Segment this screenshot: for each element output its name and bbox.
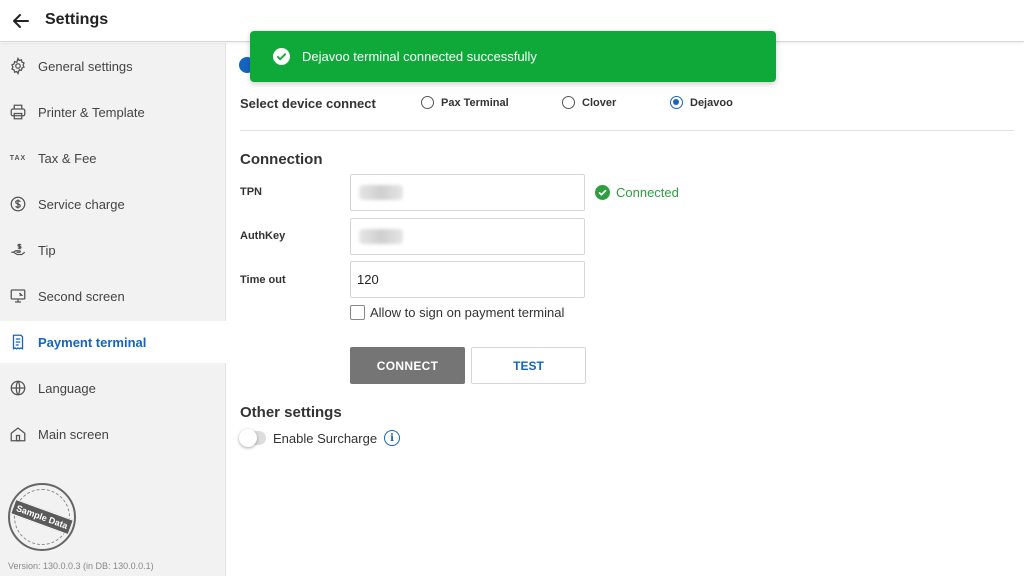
sidebar-item-label: Printer & Template — [38, 104, 145, 120]
checkbox-label: Allow to sign on payment terminal — [370, 305, 565, 320]
authkey-input[interactable] — [350, 218, 585, 255]
receipt-icon — [8, 332, 28, 352]
check-circle-icon — [273, 48, 290, 65]
radio-pax-terminal[interactable]: Pax Terminal — [421, 96, 509, 109]
connect-button[interactable]: CONNECT — [350, 347, 465, 384]
divider — [240, 130, 1014, 131]
connection-status: Connected — [595, 185, 679, 200]
surcharge-label: Enable Surcharge — [273, 430, 378, 446]
radio-label: Clover — [582, 96, 617, 109]
radio-label: Dejavoo — [690, 96, 733, 109]
sidebar-item-general-settings[interactable]: General settings — [0, 45, 226, 87]
timeout-label: Time out — [240, 274, 286, 286]
printer-icon — [8, 102, 28, 122]
authkey-label: AuthKey — [240, 230, 286, 242]
hand-coin-icon — [8, 240, 28, 260]
sidebar-item-second-screen[interactable]: Second screen — [0, 275, 226, 317]
radio-dejavoo[interactable]: Dejavoo — [670, 96, 733, 109]
status-text: Connected — [616, 185, 679, 200]
sidebar-item-label: Payment terminal — [38, 334, 147, 350]
monitor-icon — [8, 286, 28, 306]
sidebar-item-tip[interactable]: Tip — [0, 229, 226, 271]
tpn-input[interactable] — [350, 174, 585, 211]
sidebar: General settings Printer & Template TAX … — [0, 43, 226, 576]
toast-message: Dejavoo terminal connected successfully — [302, 49, 537, 64]
sample-data-stamp: Sample Data — [8, 483, 76, 551]
sidebar-item-label: Second screen — [38, 288, 125, 304]
info-icon[interactable]: i — [384, 430, 401, 446]
sidebar-item-printer-template[interactable]: Printer & Template — [0, 91, 226, 133]
globe-icon — [8, 378, 28, 398]
sidebar-item-payment-terminal[interactable]: Payment terminal — [0, 321, 226, 363]
sidebar-item-label: Tip — [38, 242, 56, 258]
radio-circle[interactable] — [670, 96, 683, 109]
other-settings-title: Other settings — [240, 404, 342, 421]
sidebar-item-label: Tax & Fee — [38, 150, 97, 166]
check-circle-icon — [595, 185, 610, 200]
radio-clover[interactable]: Clover — [562, 96, 616, 109]
sidebar-item-main-screen[interactable]: Main screen — [0, 413, 226, 455]
back-arrow-icon[interactable] — [10, 10, 32, 32]
stamp-label: Sample Data — [10, 498, 74, 536]
connection-title: Connection — [240, 151, 323, 168]
dollar-circle-icon — [8, 194, 28, 214]
sidebar-item-language[interactable]: Language — [0, 367, 226, 409]
device-select-label: Select device connect — [240, 96, 376, 111]
gear-icon — [8, 56, 28, 76]
checkbox-box[interactable] — [350, 305, 365, 320]
success-toast: Dejavoo terminal connected successfully — [250, 31, 776, 82]
tax-icon: TAX — [9, 154, 27, 162]
tpn-label: TPN — [240, 186, 262, 198]
redacted-value — [359, 185, 403, 200]
home-icon — [8, 424, 28, 444]
allow-sign-checkbox[interactable]: Allow to sign on payment terminal — [350, 305, 564, 320]
page-title: Settings — [45, 11, 109, 28]
sidebar-item-service-charge[interactable]: Service charge — [0, 183, 226, 225]
sidebar-item-tax-fee[interactable]: TAX Tax & Fee — [0, 137, 226, 179]
toggle-knob — [239, 429, 257, 447]
radio-label: Pax Terminal — [441, 96, 509, 109]
sidebar-item-label: General settings — [38, 58, 133, 74]
sidebar-item-label: Language — [38, 380, 96, 396]
version-text: Version: 130.0.0.3 (in DB: 130.0.0.1) — [8, 561, 154, 571]
radio-circle[interactable] — [421, 96, 434, 109]
timeout-input[interactable]: 120 — [350, 261, 585, 298]
sidebar-item-label: Service charge — [38, 196, 125, 212]
radio-circle[interactable] — [562, 96, 575, 109]
test-button[interactable]: TEST — [471, 347, 586, 384]
surcharge-toggle[interactable] — [239, 429, 266, 447]
surcharge-row: Enable Surcharge i — [239, 429, 401, 447]
redacted-value — [359, 229, 403, 244]
stamp-ring: Sample Data — [10, 489, 74, 545]
sidebar-item-label: Main screen — [38, 426, 109, 442]
